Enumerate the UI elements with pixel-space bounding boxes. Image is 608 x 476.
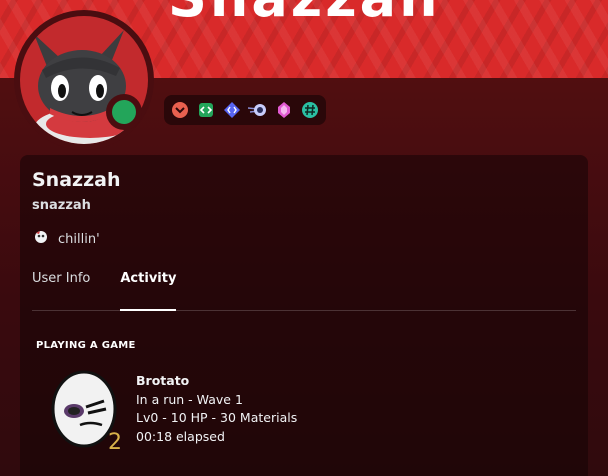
activity-section-title: PLAYING A GAME (36, 340, 136, 351)
game-details: In a run - Wave 1 (136, 391, 243, 407)
game-state: Lv0 - 10 HP - 30 Materials (136, 410, 298, 425)
status-dot (112, 100, 136, 124)
tab-activity[interactable]: Activity (120, 261, 177, 311)
tab-user-info[interactable]: User Info (32, 261, 90, 310)
code-badge-icon[interactable] (196, 100, 216, 120)
gem-icon[interactable] (274, 100, 294, 120)
game-name: Brotato (136, 373, 190, 388)
status-emoji-icon (34, 230, 48, 248)
orb-icon[interactable] (248, 100, 268, 120)
profile-card: Snazzah snazzah chillin' User Info Activ… (20, 155, 588, 476)
hashtag-icon[interactable] (300, 100, 320, 120)
custom-status: chillin' (34, 230, 100, 248)
game-elapsed: 00:18 elapsed (136, 428, 225, 444)
badge-list (164, 95, 326, 125)
avatar[interactable] (14, 10, 154, 150)
banner-text: Snazzah (168, 0, 441, 29)
status-text: chillin' (58, 231, 100, 247)
profile-tabs: User Info Activity (32, 261, 576, 311)
game-icon: 2 (46, 367, 130, 455)
game-small-image-text: 2 (108, 430, 122, 453)
display-name: Snazzah (32, 169, 121, 191)
online-status-indicator (106, 94, 142, 130)
game-info: Brotato In a run - Wave 1 Lv0 - 10 HP - … (136, 372, 297, 446)
username[interactable]: snazzah (32, 198, 91, 213)
active-developer-icon[interactable] (222, 100, 242, 120)
nitro-boost-icon[interactable] (170, 100, 190, 120)
